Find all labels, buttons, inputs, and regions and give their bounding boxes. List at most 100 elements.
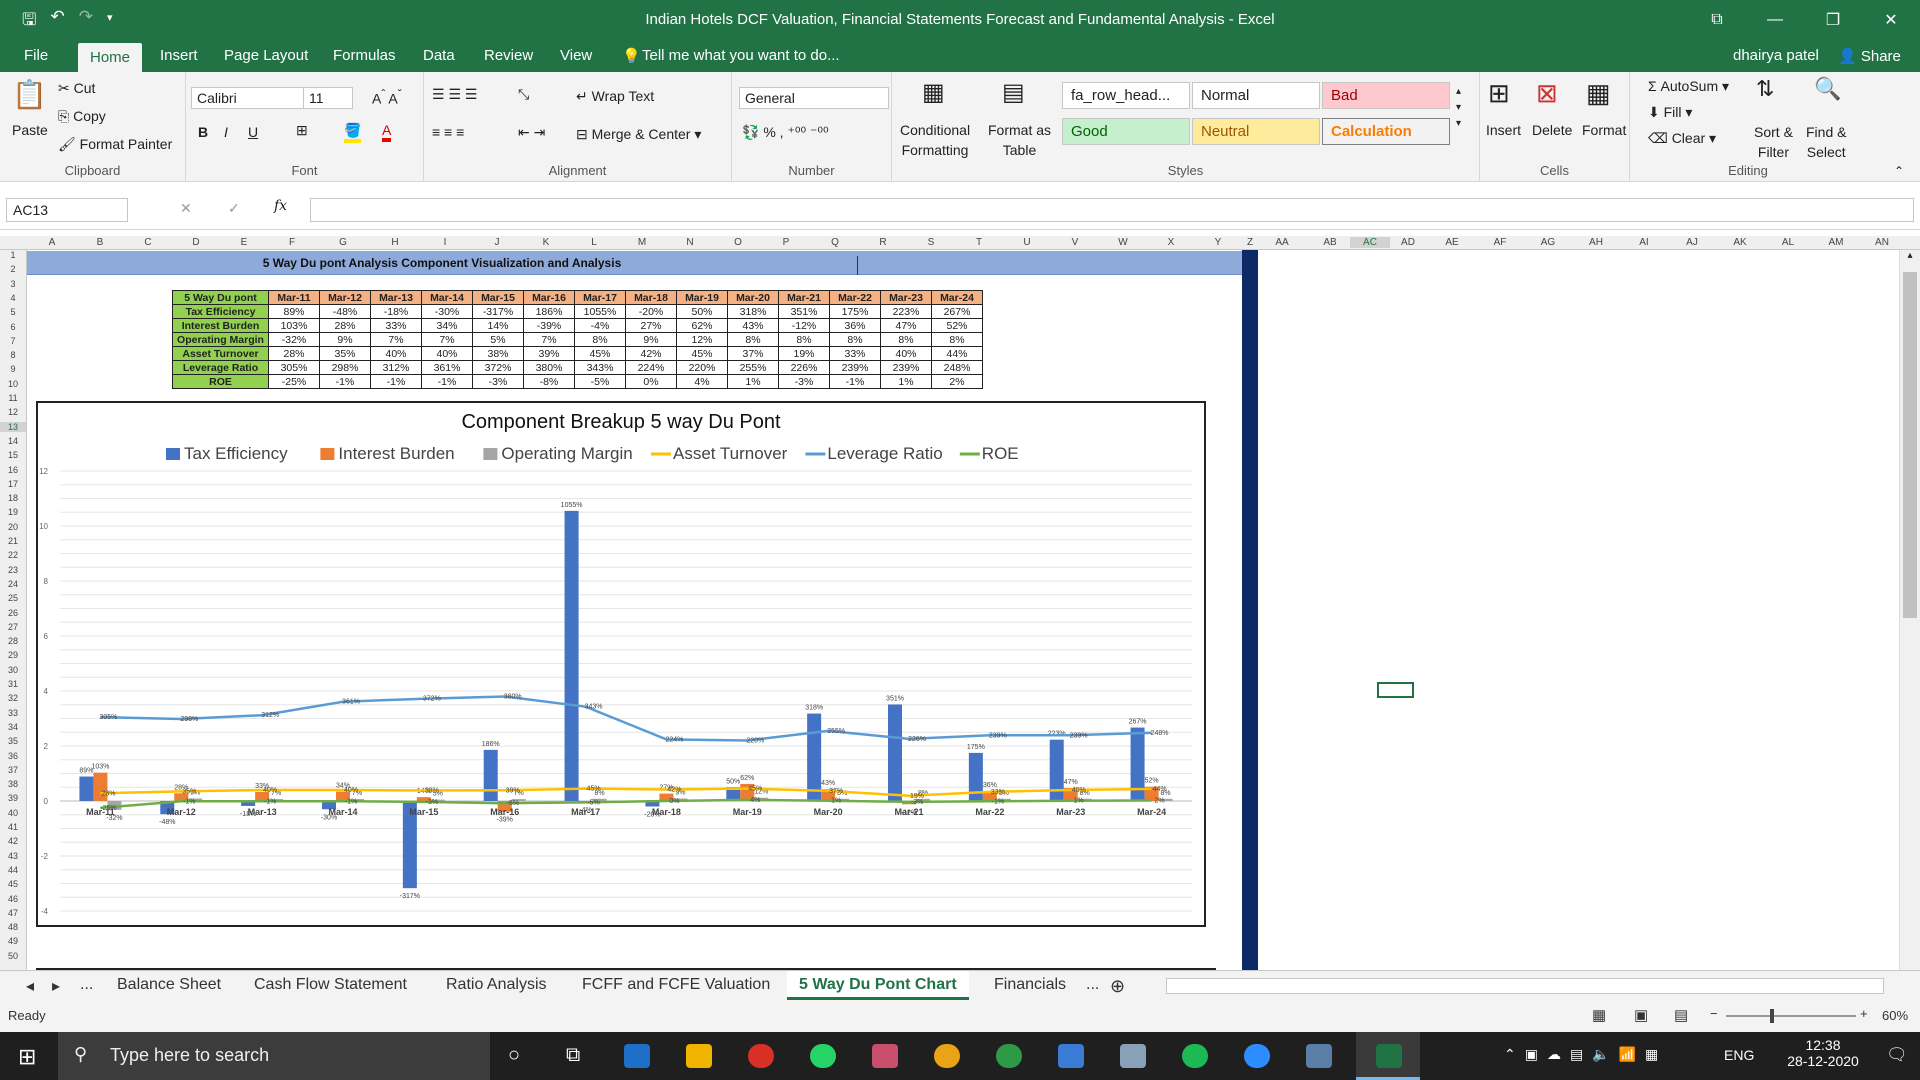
page-break-view-icon[interactable]: ▤ bbox=[1674, 1006, 1688, 1024]
table-cell[interactable]: 226% bbox=[778, 360, 830, 375]
zoom-in-icon[interactable]: + bbox=[1860, 1006, 1868, 1021]
style-normal[interactable]: Normal bbox=[1192, 82, 1320, 109]
table-cell[interactable]: 34% bbox=[421, 318, 473, 333]
table-header-cell[interactable]: Mar-20 bbox=[727, 290, 779, 305]
formula-input[interactable] bbox=[310, 198, 1914, 222]
column-header[interactable]: AJ bbox=[1672, 237, 1712, 248]
table-cell[interactable]: 8% bbox=[727, 332, 779, 347]
table-cell[interactable]: 298% bbox=[319, 360, 371, 375]
row-header[interactable]: 19 bbox=[0, 507, 26, 517]
align-left-icon[interactable]: ≡ ≡ ≡ bbox=[432, 124, 464, 140]
table-cell[interactable]: 175% bbox=[829, 304, 881, 319]
row-header[interactable]: 28 bbox=[0, 636, 26, 646]
table-cell[interactable]: -4% bbox=[574, 318, 626, 333]
cancel-icon[interactable]: ✕ bbox=[180, 200, 192, 217]
ribbon-display-icon[interactable]: ⧉ bbox=[1688, 0, 1746, 40]
row-header[interactable]: 50 bbox=[0, 951, 26, 961]
table-header-cell[interactable]: Mar-14 bbox=[421, 290, 473, 305]
chrome-icon[interactable] bbox=[748, 1044, 774, 1068]
row-header[interactable]: 46 bbox=[0, 894, 26, 904]
table-cell[interactable]: 8% bbox=[574, 332, 626, 347]
column-header[interactable]: AA bbox=[1262, 237, 1302, 248]
table-cell[interactable]: 220% bbox=[676, 360, 728, 375]
table-cell[interactable]: 255% bbox=[727, 360, 779, 375]
table-cell[interactable]: 8% bbox=[778, 332, 830, 347]
cut-button[interactable]: ✂ Cut bbox=[58, 80, 95, 97]
row-header[interactable]: 27 bbox=[0, 622, 26, 632]
task-view-icon[interactable]: ⧉ bbox=[566, 1044, 580, 1067]
row-header[interactable]: 40 bbox=[0, 808, 26, 818]
chrome-profile-icon[interactable] bbox=[934, 1044, 960, 1068]
find-select-button[interactable]: Find & Select bbox=[1806, 122, 1846, 162]
column-header[interactable]: F bbox=[272, 237, 312, 248]
minimize-button[interactable]: — bbox=[1746, 0, 1804, 40]
row-header[interactable]: 39 bbox=[0, 793, 26, 803]
column-header[interactable]: AN bbox=[1862, 237, 1902, 248]
table-cell[interactable]: 14% bbox=[472, 318, 524, 333]
row-header[interactable]: 38 bbox=[0, 779, 26, 789]
column-header[interactable]: L bbox=[574, 237, 614, 248]
row-header[interactable]: 12 bbox=[0, 407, 26, 417]
column-header[interactable]: E bbox=[224, 237, 264, 248]
table-cell[interactable]: 1% bbox=[727, 374, 779, 389]
table-cell[interactable]: 28% bbox=[319, 318, 371, 333]
column-header[interactable]: U bbox=[1007, 237, 1047, 248]
row-header[interactable]: 6 bbox=[0, 322, 26, 332]
row-label[interactable]: ROE bbox=[172, 374, 269, 389]
horizontal-scrollbar[interactable] bbox=[1166, 978, 1884, 994]
page-layout-view-icon[interactable]: ▣ bbox=[1634, 1006, 1648, 1024]
format-painter-button[interactable]: 🖌 Format Painter bbox=[58, 136, 172, 153]
table-header-cell[interactable]: Mar-17 bbox=[574, 290, 626, 305]
table-cell[interactable]: 4% bbox=[676, 374, 728, 389]
row-label[interactable]: Tax Efficiency bbox=[172, 304, 269, 319]
format-as-table-button[interactable]: Format as Table bbox=[988, 120, 1051, 160]
row-header[interactable]: 25 bbox=[0, 593, 26, 603]
collapse-ribbon-icon[interactable]: ⌃ bbox=[1894, 164, 1904, 178]
new-sheet-icon[interactable]: ⊕ bbox=[1110, 976, 1125, 997]
scroll-up-icon[interactable]: ▴ bbox=[1900, 250, 1920, 261]
style-neutral[interactable]: Neutral bbox=[1192, 118, 1320, 145]
row-header[interactable]: 7 bbox=[0, 336, 26, 346]
table-cell[interactable]: -25% bbox=[268, 374, 320, 389]
table-header-cell[interactable]: Mar-12 bbox=[319, 290, 371, 305]
table-cell[interactable]: 19% bbox=[778, 346, 830, 361]
file-explorer-icon[interactable] bbox=[686, 1044, 712, 1068]
sort-filter-button[interactable]: Sort & Filter bbox=[1754, 122, 1793, 162]
row-header[interactable]: 21 bbox=[0, 536, 26, 546]
table-cell[interactable]: 39% bbox=[523, 346, 575, 361]
notifications-icon[interactable]: 🗨 bbox=[1886, 1045, 1908, 1065]
style-calculation[interactable]: Calculation bbox=[1322, 118, 1450, 145]
orientation-icon[interactable]: ⤡ bbox=[518, 86, 529, 103]
column-header[interactable]: AD bbox=[1388, 237, 1428, 248]
table-cell[interactable]: 52% bbox=[931, 318, 983, 333]
row-header[interactable]: 49 bbox=[0, 936, 26, 946]
worksheet-grid[interactable]: 5 Way Du pont Analysis Component Visuali… bbox=[27, 250, 1899, 970]
table-cell[interactable]: -8% bbox=[523, 374, 575, 389]
table-cell[interactable]: 7% bbox=[523, 332, 575, 347]
tell-me-box[interactable]: Tell me what you want to do... bbox=[642, 47, 840, 64]
styles-scroll-icon[interactable]: ▴ ▾ ▾ bbox=[1456, 84, 1461, 132]
selected-cell[interactable] bbox=[1377, 682, 1414, 698]
conditional-formatting-button[interactable]: Conditional Formatting bbox=[900, 120, 970, 160]
column-header[interactable]: T bbox=[959, 237, 999, 248]
tab-data[interactable]: Data bbox=[423, 47, 455, 64]
excel-taskbar-button[interactable] bbox=[1356, 1032, 1420, 1080]
autosum-button[interactable]: Σ AutoSum ▾ bbox=[1648, 78, 1729, 95]
prev-sheet-icon[interactable]: ◂ bbox=[26, 976, 34, 996]
row-header[interactable]: 41 bbox=[0, 822, 26, 832]
table-cell[interactable]: 239% bbox=[829, 360, 881, 375]
borders-icon[interactable]: ⊞ bbox=[296, 122, 308, 139]
sheet-tab-more-left[interactable]: ... bbox=[80, 976, 93, 994]
format-cells-button[interactable]: Format bbox=[1582, 122, 1626, 138]
table-header-cell[interactable]: Mar-16 bbox=[523, 290, 575, 305]
close-button[interactable]: ✕ bbox=[1862, 0, 1920, 40]
table-cell[interactable]: 0% bbox=[625, 374, 677, 389]
insert-cells-button[interactable]: Insert bbox=[1486, 122, 1521, 138]
column-header[interactable]: S bbox=[911, 237, 951, 248]
table-cell[interactable]: 7% bbox=[421, 332, 473, 347]
column-header[interactable]: W bbox=[1103, 237, 1143, 248]
table-header-cell[interactable]: Mar-22 bbox=[829, 290, 881, 305]
row-header[interactable]: 32 bbox=[0, 693, 26, 703]
row-header[interactable]: 33 bbox=[0, 708, 26, 718]
whatsapp-icon[interactable] bbox=[810, 1044, 836, 1068]
